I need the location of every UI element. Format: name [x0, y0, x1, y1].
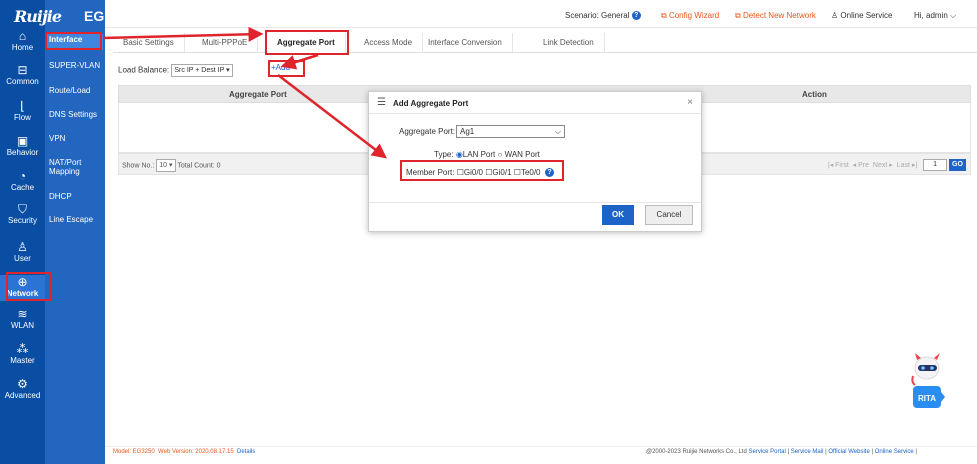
subnav-dhcp[interactable]: DHCP [47, 192, 103, 201]
page-number-input[interactable]: 1 [923, 159, 948, 171]
tree-icon: ⁂ [16, 342, 29, 356]
chart-icon: ⌊ [20, 99, 25, 113]
nav-security[interactable]: ⛉ Security [0, 203, 45, 226]
gauge-icon: ◔ [18, 169, 27, 183]
rita-mascot[interactable]: RITA [909, 352, 947, 410]
radio-unchecked-icon: ○ [497, 150, 503, 159]
page-size-select[interactable]: 10 ▾ [156, 159, 176, 172]
nav-common[interactable]: ⊟ Common [0, 64, 45, 87]
highlight-member-port [400, 160, 564, 181]
user-icon: ♙ [17, 240, 28, 254]
copyright-bar: @2000-2023 Ruijie Networks Co., Ltd Serv… [646, 449, 917, 455]
tab-interface-conversion[interactable]: Interface Conversion [418, 33, 513, 53]
gear-icon: ⚙ [17, 377, 28, 391]
chevron-down-icon: ⌵ [950, 11, 957, 20]
col-action: Action [802, 90, 827, 99]
ok-button[interactable]: OK [602, 205, 634, 225]
load-balance-select[interactable]: Src IP + Dest IP ▾ [171, 64, 233, 77]
user-menu[interactable]: Hi, admin ⌵ [914, 11, 956, 21]
load-balance-row: Load Balance: Src IP + Dest IP ▾ [118, 64, 233, 78]
total-count: Total Count: 0 [177, 162, 221, 170]
nav-behavior[interactable]: ▣ Behavior [0, 135, 45, 158]
subnav-nat-port-mapping[interactable]: NAT/Port Mapping [47, 158, 99, 176]
online-service-link[interactable]: ♙ Online Service [831, 11, 892, 20]
help-icon[interactable]: ? [631, 11, 641, 21]
menu-icon: ☰ [377, 97, 386, 108]
tab-multi-pppoe[interactable]: Multi-PPPoE [192, 33, 259, 53]
service-portal-link[interactable]: Service Portal [748, 449, 785, 455]
chevron-down-icon: ⌵ [554, 127, 561, 136]
tab-access-mode[interactable]: Access Mode [354, 33, 424, 53]
go-button[interactable]: GO [949, 159, 966, 171]
pagination: |◂ First ◂ Pre Next ▸ Last ▸| 1 GO [828, 159, 966, 171]
dialog-header: ☰ Add Aggregate Port × [369, 92, 701, 114]
home-icon: ⌂ [18, 29, 27, 43]
wizard-icon: ⧉ [661, 11, 667, 20]
close-icon[interactable]: × [687, 97, 693, 108]
details-link[interactable]: Details [237, 449, 255, 455]
wifi-icon: ≋ [17, 307, 28, 321]
service-mail-link[interactable]: Service Mail [791, 449, 824, 455]
nav-advanced[interactable]: ⚙ Advanced [0, 378, 45, 401]
highlight-network [6, 272, 51, 301]
col-aggregate-port: Aggregate Port [229, 90, 287, 99]
highlight-interface [45, 32, 102, 50]
version-info: Model: EG3250 Web Version: 2020.08.17.15… [113, 449, 256, 455]
rita-label: RITA [918, 394, 936, 403]
last-page-link[interactable]: Last ▸| [897, 162, 918, 169]
tab-bar: Basic Settings Multi-PPPoE Aggregate Por… [113, 33, 977, 54]
nav-user[interactable]: ♙ User [0, 241, 45, 264]
user-icon: ♙ [831, 11, 839, 20]
type-row: Type: ◉LAN Port ○ WAN Port [434, 150, 540, 159]
subnav-route-load[interactable]: Route/Load [47, 86, 103, 95]
chevron-down-icon: ▾ [226, 67, 230, 74]
online-service-footer-link[interactable]: Online Service [875, 449, 914, 455]
first-page-link[interactable]: |◂ First [828, 162, 849, 169]
detect-network-link[interactable]: ⧉ Detect New Network [735, 11, 816, 21]
official-website-link[interactable]: Official Website [828, 449, 869, 455]
detect-icon: ⧉ [735, 11, 741, 20]
cancel-button[interactable]: Cancel [645, 205, 693, 225]
subnav-line-escape[interactable]: Line Escape [47, 215, 103, 224]
tab-basic-settings[interactable]: Basic Settings [113, 33, 185, 53]
config-wizard-link[interactable]: ⧉ Config Wizard [661, 11, 719, 21]
nav-master[interactable]: ⁂ Master [0, 343, 45, 366]
dialog-footer [369, 202, 701, 203]
radio-checked-icon: ◉ [455, 150, 463, 159]
subnav-super-vlan[interactable]: SUPER-VLAN [47, 61, 103, 70]
aggregate-port-select[interactable]: Ag1 ⌵ [456, 125, 565, 138]
shield-icon: ⛉ [17, 202, 27, 216]
nav-flow[interactable]: ⌊ Flow [0, 100, 45, 123]
lan-port-radio[interactable]: ◉LAN Port [456, 150, 495, 159]
nav-cache[interactable]: ◔ Cache [0, 170, 45, 193]
next-page-link[interactable]: Next ▸ [873, 162, 893, 169]
wan-port-radio[interactable]: ○ WAN Port [498, 150, 540, 159]
briefcase-icon: ⊟ [17, 63, 28, 77]
behavior-icon: ▣ [16, 134, 29, 148]
subnav-vpn[interactable]: VPN [47, 134, 103, 143]
tab-link-detection[interactable]: Link Detection [533, 33, 605, 53]
prev-page-link[interactable]: ◂ Pre [853, 162, 869, 169]
nav-wlan[interactable]: ≋ WLAN [0, 308, 45, 331]
nav-home[interactable]: ⌂ Home [0, 30, 45, 53]
ruijie-logo: Ruijie [14, 7, 62, 26]
highlight-add [268, 60, 305, 77]
subnav-dns-settings[interactable]: DNS Settings [47, 110, 103, 119]
highlight-aggregate-tab [265, 30, 349, 55]
aggregate-port-row: Aggregate Port: [399, 127, 456, 136]
dialog-title: Add Aggregate Port [393, 99, 469, 108]
product-name: EG [84, 8, 105, 24]
scenario-label: Scenario: General ? [565, 11, 641, 21]
